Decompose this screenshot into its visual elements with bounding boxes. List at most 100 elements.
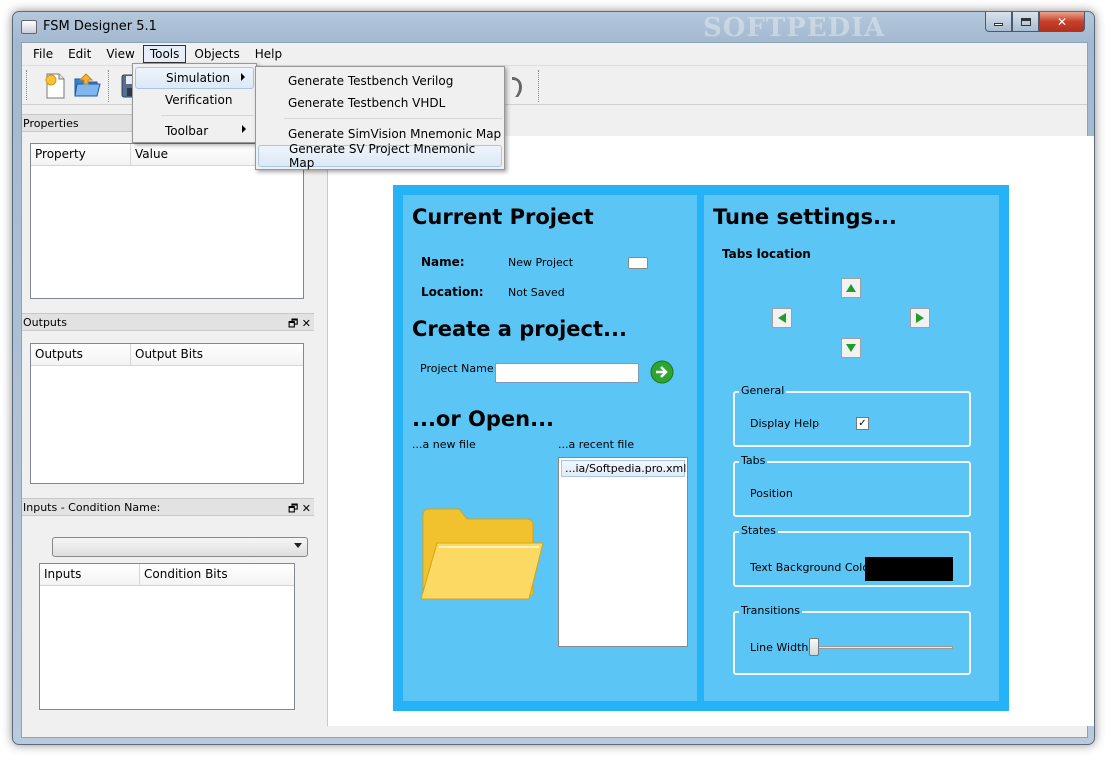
menu-tools[interactable]: Tools: [142, 44, 187, 63]
project-column: Current Project Name: New Project Locati…: [403, 195, 697, 701]
tabs-down-button[interactable]: [841, 338, 861, 358]
menu-view[interactable]: View: [99, 45, 141, 63]
menu-separator: [161, 115, 254, 116]
close-panel-icon[interactable]: ✕: [302, 317, 311, 330]
menu-item-testbench-verilog[interactable]: Generate Testbench Verilog: [258, 70, 502, 92]
menu-item-sv-project-map[interactable]: Generate SV Project Mnemonic Map: [258, 142, 502, 170]
states-group-title: States: [739, 524, 778, 537]
new-file-label: ...a new file: [412, 438, 476, 451]
toolbar-separator: [108, 70, 110, 102]
menu-item-testbench-vhdl[interactable]: Generate Testbench VHDL: [258, 92, 502, 114]
edit-name-icon[interactable]: [628, 257, 648, 269]
menu-item-toolbar[interactable]: Toolbar: [135, 120, 254, 142]
float-icon[interactable]: 🗗: [288, 317, 298, 330]
chevron-down-icon: [294, 543, 302, 548]
menu-item-label: Toolbar: [165, 124, 209, 138]
tune-settings-heading: Tune settings...: [713, 205, 897, 229]
menu-item-label: Simulation: [166, 71, 230, 85]
column-header-output-bits[interactable]: Output Bits: [131, 344, 303, 365]
column-header-outputs[interactable]: Outputs: [31, 344, 131, 365]
arrow-down-icon: [846, 344, 856, 352]
close-icon: ✕: [1056, 14, 1068, 29]
minimize-button[interactable]: [985, 12, 1012, 32]
menu-separator: [284, 118, 502, 119]
outputs-panel-title: Outputs 🗗 ✕: [22, 313, 314, 331]
new-file-icon[interactable]: [40, 71, 70, 101]
current-project-heading: Current Project: [412, 205, 594, 229]
column-header-condition-bits[interactable]: Condition Bits: [140, 564, 294, 585]
title-bar[interactable]: FSM Designer 5.1 SOFTPEDIA ✕: [13, 12, 1094, 43]
toolbar-separator: [538, 70, 540, 102]
line-width-label: Line Width: [750, 641, 809, 654]
toolbar-grip[interactable]: [26, 70, 29, 100]
recent-file-label: ...a recent file: [558, 438, 635, 451]
location-label: Location:: [421, 285, 484, 299]
open-folder-icon[interactable]: [72, 71, 102, 101]
menu-file[interactable]: File: [26, 45, 60, 63]
project-name-input[interactable]: [495, 363, 639, 383]
line-width-slider-handle[interactable]: [809, 638, 819, 656]
arrow-right-icon: [916, 313, 924, 323]
inputs-table[interactable]: Inputs Condition Bits: [39, 563, 295, 710]
name-label: Name:: [421, 255, 465, 269]
inputs-title-label: Inputs - Condition Name:: [23, 500, 161, 514]
arrow-left-icon: [778, 313, 786, 323]
general-group-title: General: [739, 384, 787, 397]
outputs-table[interactable]: Outputs Output Bits: [30, 343, 304, 484]
recent-file-item[interactable]: ...ia/Softpedia.pro.xml: [561, 460, 686, 477]
app-window: FSM Designer 5.1 SOFTPEDIA ✕ File Edit V…: [12, 11, 1095, 745]
menu-bar: File Edit View Tools Objects Help: [22, 43, 1087, 64]
create-project-heading: Create a project...: [412, 317, 627, 341]
text-bg-color-label: Text Background Color: [750, 561, 874, 574]
simulation-submenu: Generate Testbench Verilog Generate Test…: [255, 66, 505, 170]
app-icon: [21, 20, 37, 34]
tabs-right-button[interactable]: [910, 308, 930, 328]
menu-objects[interactable]: Objects: [187, 45, 246, 63]
float-icon[interactable]: 🗗: [288, 502, 298, 515]
submenu-arrow-icon: [241, 73, 245, 81]
general-group: General Display Help ✓: [733, 384, 971, 447]
transitions-group-title: Transitions: [739, 604, 802, 617]
tools-menu: Simulation Verification Toolbar: [132, 63, 257, 143]
open-heading: ...or Open...: [412, 407, 555, 431]
outputs-table-header: Outputs Output Bits: [31, 344, 303, 366]
column-header-property[interactable]: Property: [31, 144, 131, 165]
column-header-inputs[interactable]: Inputs: [40, 564, 140, 585]
tabs-up-button[interactable]: [841, 278, 861, 298]
project-name-value: New Project: [508, 256, 574, 269]
tabs-location-label: Tabs location: [722, 247, 811, 261]
toolbar-tool-icon[interactable]: [504, 71, 534, 101]
arrow-up-icon: [846, 284, 856, 292]
tabs-left-button[interactable]: [772, 308, 792, 328]
inputs-panel-title: Inputs - Condition Name: 🗗 ✕: [22, 498, 314, 516]
line-width-slider-track[interactable]: [811, 646, 953, 649]
display-help-label: Display Help: [750, 417, 820, 430]
close-button[interactable]: ✕: [1039, 12, 1085, 32]
maximize-icon: [1020, 17, 1031, 26]
position-label: Position: [750, 487, 793, 500]
recent-files-list[interactable]: ...ia/Softpedia.pro.xml: [558, 457, 688, 647]
close-panel-icon[interactable]: ✕: [302, 502, 311, 515]
tabs-group-title: Tabs: [739, 454, 768, 467]
window-title: FSM Designer 5.1: [43, 19, 157, 34]
project-name-label: Project Name:: [420, 362, 498, 375]
welcome-page: Current Project Name: New Project Locati…: [393, 185, 1009, 711]
minimize-icon: [994, 23, 1003, 26]
open-folder-icon[interactable]: [419, 505, 547, 605]
display-help-checkbox[interactable]: ✓: [856, 417, 869, 430]
settings-column: Tune settings... Tabs location General D…: [704, 195, 999, 701]
condition-name-combo[interactable]: [52, 537, 308, 557]
menu-help[interactable]: Help: [248, 45, 289, 63]
create-go-icon[interactable]: [650, 360, 674, 384]
maximize-button[interactable]: [1012, 12, 1039, 32]
text-bg-color-swatch[interactable]: [865, 557, 953, 581]
states-group: States Text Background Color: [733, 524, 971, 587]
properties-title-label: Properties: [23, 116, 79, 130]
menu-item-label: Verification: [165, 93, 233, 107]
client-area: File Edit View Tools Objects Help Proper…: [21, 42, 1094, 738]
menu-item-simulation[interactable]: Simulation: [135, 67, 254, 89]
menu-item-verification[interactable]: Verification: [135, 89, 254, 111]
transitions-group: Transitions Line Width: [733, 604, 971, 675]
tabs-group: Tabs Position: [733, 454, 971, 517]
menu-edit[interactable]: Edit: [61, 45, 98, 63]
